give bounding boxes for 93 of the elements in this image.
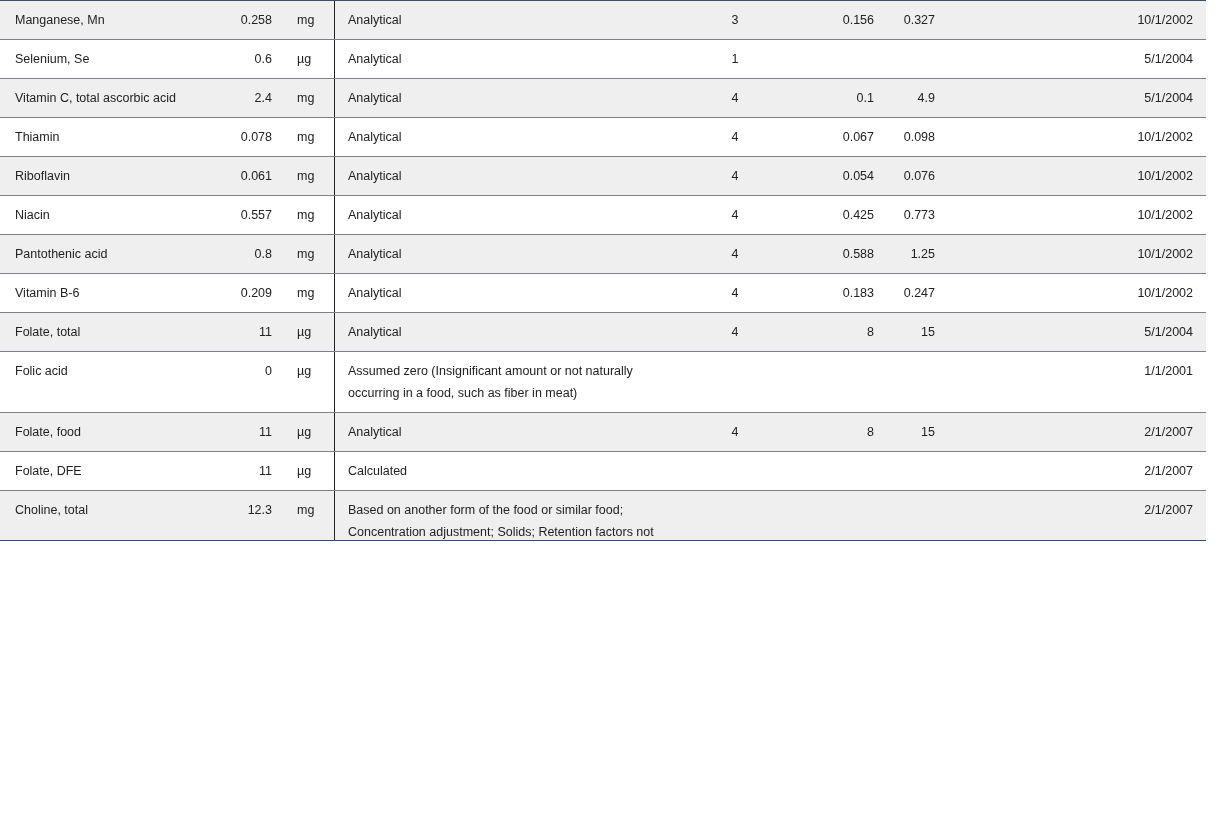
unit-label: µg [297, 52, 312, 66]
max-value: 4.9 [917, 91, 935, 105]
method-text: Analytical [348, 424, 403, 441]
unit-label: mg [297, 208, 315, 222]
max-value: 0.327 [903, 13, 935, 27]
method-text: Analytical [348, 207, 403, 224]
method-text: Analytical [348, 246, 403, 263]
nutrient-name: Folic acid [15, 364, 68, 378]
nutrient-name: Vitamin B-6 [15, 286, 80, 300]
date-text: 5/1/2004 [1144, 52, 1193, 66]
unit-label: µg [297, 464, 312, 478]
nutrient-name: Pantothenic acid [15, 247, 108, 261]
nutrient-name: Niacin [15, 208, 50, 222]
method-text: Analytical [348, 324, 403, 341]
min-value: 0.183 [842, 286, 874, 300]
unit-label: mg [297, 247, 315, 261]
nutrient-name: Folate, total [15, 325, 81, 339]
date-text: 2/1/2007 [1144, 464, 1193, 478]
date-text: 10/1/2002 [1137, 247, 1193, 261]
amount-value: 11 [259, 464, 272, 478]
amount-value: 0.6 [254, 52, 272, 66]
method-text: Analytical [348, 12, 403, 29]
amount-value: 11 [259, 325, 272, 339]
unit-label: mg [297, 286, 315, 300]
date-text: 10/1/2002 [1137, 286, 1193, 300]
method-text: Assumed zero (Insignificant amount or not naturally occurring in a food, such as fiber in meat) [348, 363, 634, 402]
amount-value: 0.8 [254, 247, 272, 261]
date-text: 2/1/2007 [1144, 425, 1193, 439]
unit-label: mg [297, 91, 315, 105]
unit-label: µg [297, 325, 312, 339]
amount-value: 12.3 [247, 503, 272, 517]
data-points-count: 4 [731, 286, 739, 300]
nutrient-name: Folate, DFE [15, 464, 82, 478]
method-text: Analytical [348, 90, 403, 107]
max-value: 0.773 [903, 208, 935, 222]
nutrient-name: Riboflavin [15, 169, 70, 183]
amount-value: 0.061 [240, 169, 272, 183]
amount-value: 2.4 [254, 91, 272, 105]
min-value: 0.067 [842, 130, 874, 144]
amount-value: 11 [259, 425, 272, 439]
unit-label: mg [297, 13, 315, 27]
data-points-count: 4 [731, 169, 739, 183]
data-points-count: 4 [731, 91, 739, 105]
min-value: 0.588 [842, 247, 874, 261]
data-points-count: 4 [731, 208, 739, 222]
nutrient-name: Manganese, Mn [15, 13, 105, 27]
max-value: 0.247 [903, 286, 935, 300]
method-text: Analytical [348, 168, 403, 185]
min-value: 0.1 [856, 91, 874, 105]
amount-value: 0 [265, 364, 272, 378]
date-text: 1/1/2001 [1144, 364, 1193, 378]
amount-value: 0.258 [240, 13, 272, 27]
unit-label: mg [297, 130, 315, 144]
date-text: 2/1/2007 [1144, 503, 1193, 517]
data-points-count: 1 [731, 52, 739, 66]
date-text: 5/1/2004 [1144, 91, 1193, 105]
min-value: 0.156 [842, 13, 874, 27]
amount-value: 0.078 [240, 130, 272, 144]
data-points-count: 4 [731, 425, 739, 439]
amount-value: 0.209 [240, 286, 272, 300]
unit-label: µg [297, 364, 312, 378]
max-value: 15 [921, 425, 935, 439]
method-text: Analytical [348, 285, 403, 302]
date-text: 10/1/2002 [1137, 13, 1193, 27]
data-points-count: 4 [731, 247, 739, 261]
min-value: 0.425 [842, 208, 874, 222]
date-text: 10/1/2002 [1137, 169, 1193, 183]
min-value: 8 [867, 425, 874, 439]
max-value: 15 [921, 325, 935, 339]
method-text: Analytical [348, 129, 403, 146]
min-value: 8 [867, 325, 874, 339]
nutrient-name: Selenium, Se [15, 52, 90, 66]
nutrient-name: Thiamin [15, 130, 60, 144]
unit-label: mg [297, 503, 315, 517]
nutrient-name: Vitamin C, total ascorbic acid [15, 91, 176, 105]
max-value: 1.25 [910, 247, 935, 261]
unit-label: mg [297, 169, 315, 183]
method-text: Analytical [348, 51, 403, 68]
date-text: 10/1/2002 [1137, 130, 1193, 144]
date-text: 10/1/2002 [1137, 208, 1193, 222]
data-points-count: 3 [731, 13, 739, 27]
max-value: 0.076 [903, 169, 935, 183]
data-points-count: 4 [731, 130, 739, 144]
max-value: 0.098 [903, 130, 935, 144]
method-text: Based on another form of the food or similar food; Concentration adjustment; Solids; Retention factors not [348, 502, 655, 540]
date-text: 5/1/2004 [1144, 325, 1193, 339]
min-value: 0.054 [842, 169, 874, 183]
unit-label: µg [297, 425, 312, 439]
amount-value: 0.557 [240, 208, 272, 222]
nutrient-name: Folate, food [15, 425, 81, 439]
data-points-count: 4 [731, 325, 739, 339]
method-text: Calculated [348, 463, 409, 480]
nutrient-name: Choline, total [15, 503, 88, 517]
